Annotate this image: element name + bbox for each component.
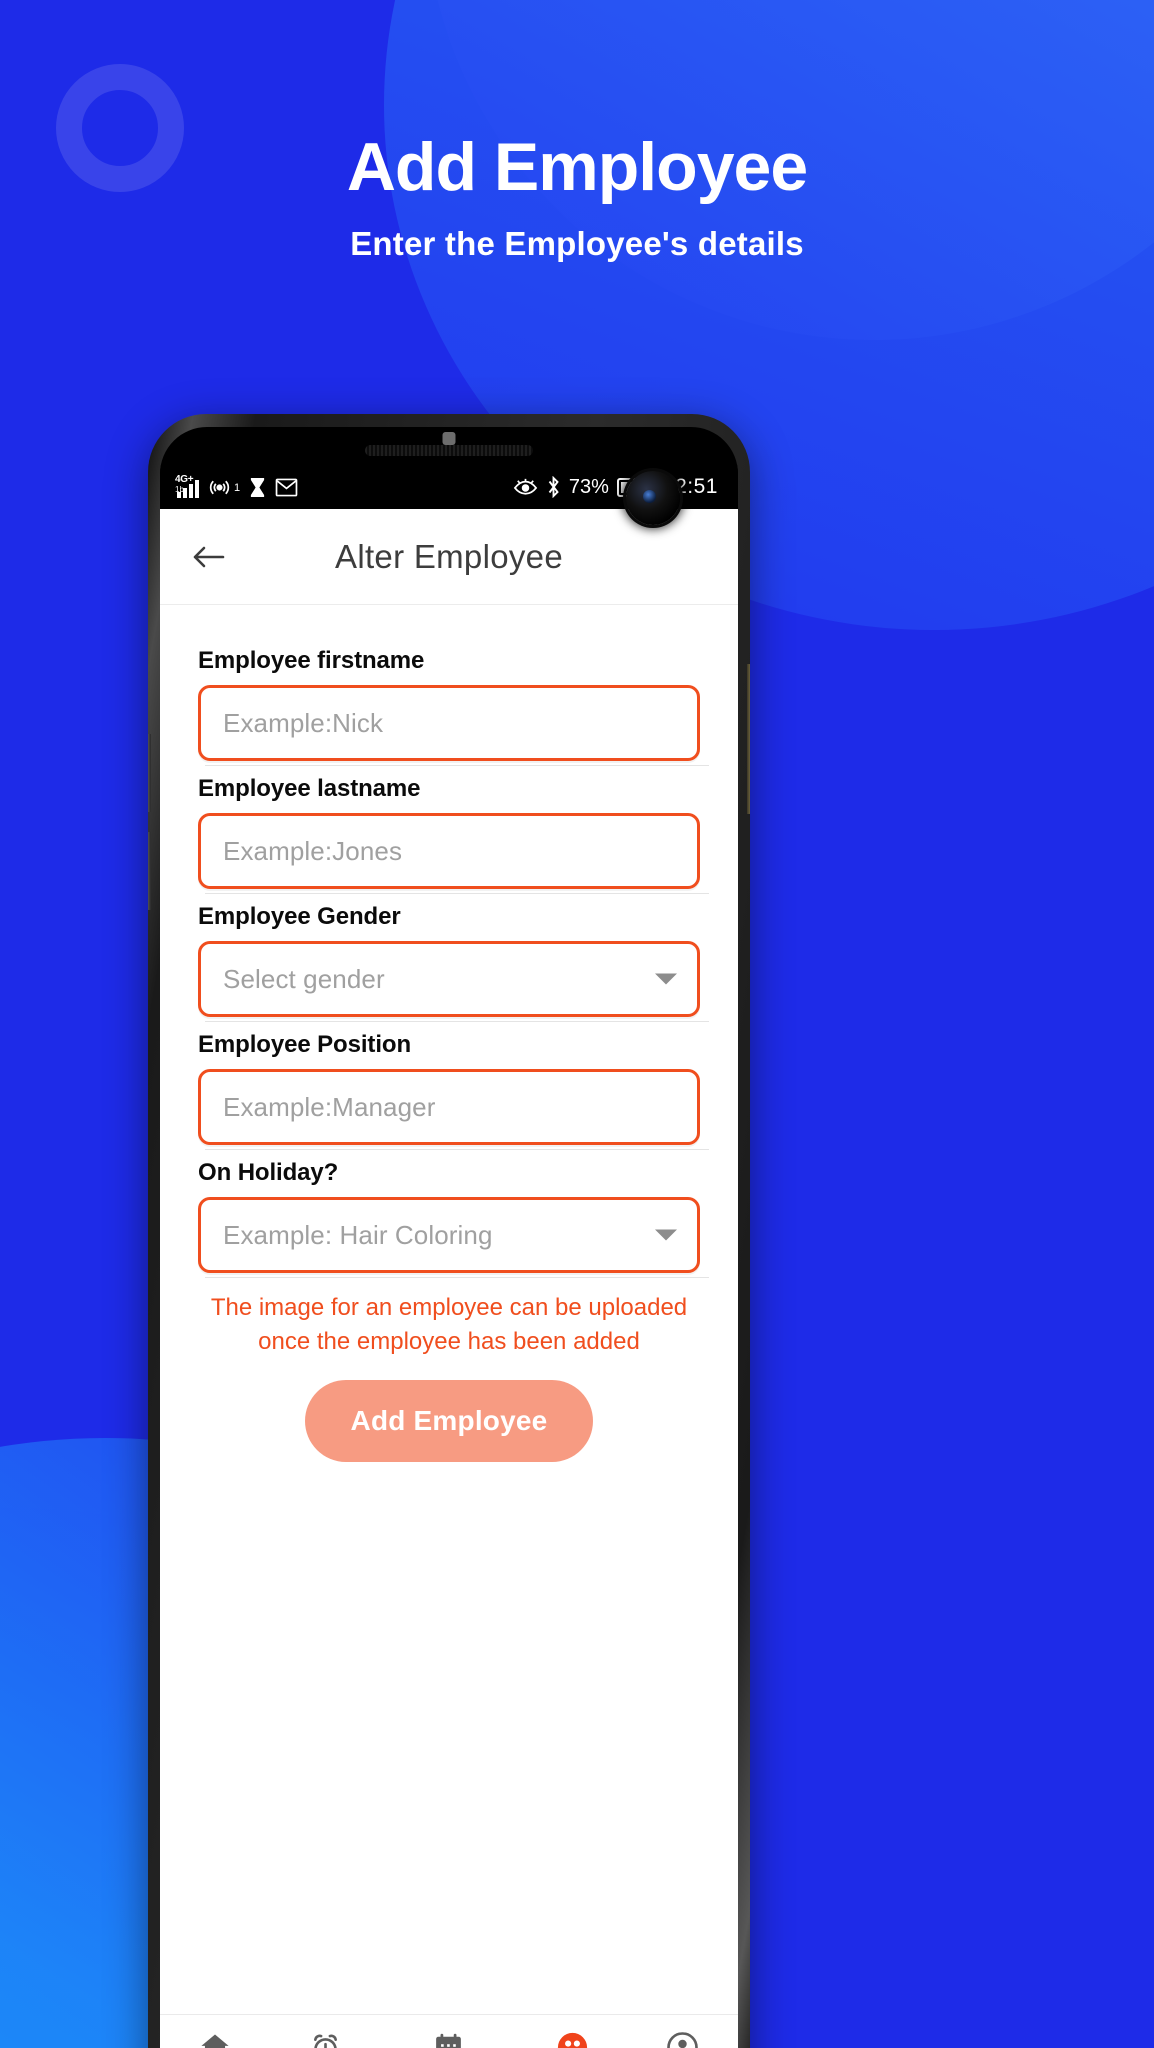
field-underline bbox=[205, 1021, 709, 1022]
employee-form: Employee firstname Example:Nick Employee… bbox=[160, 605, 738, 2014]
employee-lastname-input[interactable]: Example:Jones bbox=[198, 813, 709, 894]
nav-item-timings[interactable]: Timings bbox=[271, 2028, 382, 2048]
field-label: Employee Gender bbox=[198, 903, 401, 930]
app-content: Alter Employee Employee firstname Exampl… bbox=[160, 509, 738, 2048]
promo-subtitle: Enter the Employee's details bbox=[350, 225, 804, 263]
promo-text-block: Add Employee Enter the Employee's detail… bbox=[0, 129, 1154, 263]
field-label: Employee lastname bbox=[198, 775, 421, 802]
on-holiday-select[interactable]: Example: Hair Coloring bbox=[198, 1197, 709, 1278]
bluetooth-icon bbox=[546, 476, 561, 498]
employee-gender-select[interactable]: Select gender bbox=[198, 941, 709, 1022]
people-icon bbox=[555, 2028, 590, 2048]
back-button[interactable] bbox=[186, 534, 232, 580]
field-on-holiday: On Holiday? Example: Hair Coloring bbox=[198, 1159, 709, 1278]
proximity-sensor-icon bbox=[442, 432, 456, 445]
mail-icon bbox=[275, 478, 298, 497]
eye-icon bbox=[513, 477, 538, 497]
nav-item-profile[interactable]: Profile bbox=[627, 2028, 738, 2048]
field-label: Employee firstname bbox=[198, 647, 425, 674]
battery-percent: 73% bbox=[568, 475, 609, 498]
field-underline bbox=[205, 893, 709, 894]
phone-shell: 4G+ 1b 1 73% 12:51 Alter Employee Employ… bbox=[148, 414, 750, 2048]
volume-up-button[interactable] bbox=[148, 734, 151, 812]
nav-item-appointments[interactable]: Appointments bbox=[381, 2028, 517, 2048]
earpiece-speaker bbox=[365, 445, 533, 456]
status-bar-right: 73% 12:51 bbox=[513, 475, 722, 499]
field-employee-gender: Employee Gender Select gender bbox=[198, 903, 709, 1022]
home-icon bbox=[198, 2028, 232, 2048]
front-camera-icon bbox=[626, 471, 680, 525]
submit-button-wrapper: Add Employee bbox=[198, 1380, 700, 1463]
account-circle-icon bbox=[665, 2028, 700, 2048]
chevron-down-icon[interactable] bbox=[655, 1229, 677, 1241]
placeholder-text: Select gender bbox=[223, 963, 385, 994]
field-underline bbox=[205, 765, 709, 766]
status-bar-left: 4G+ 1b 1 bbox=[175, 474, 298, 499]
bottom-navigation: Home Timings bbox=[160, 2014, 738, 2048]
hotspot-icon bbox=[208, 476, 231, 499]
alarm-clock-icon bbox=[309, 2028, 342, 2048]
employee-firstname-input[interactable]: Example:Nick bbox=[198, 685, 709, 766]
field-label: On Holiday? bbox=[198, 1159, 339, 1186]
hotspot-badge: 1 bbox=[234, 481, 241, 494]
volume-down-button[interactable] bbox=[148, 832, 151, 910]
field-employee-firstname: Employee firstname Example:Nick bbox=[198, 647, 709, 766]
calendar-icon bbox=[432, 2028, 465, 2048]
image-upload-note: The image for an employee can be uploade… bbox=[210, 1294, 688, 1355]
field-employee-position: Employee Position Example:Manager bbox=[198, 1031, 709, 1150]
field-label: Employee Position bbox=[198, 1031, 412, 1058]
power-button[interactable] bbox=[747, 664, 750, 814]
nav-item-home[interactable]: Home bbox=[160, 2028, 271, 2048]
phone-mockup: 4G+ 1b 1 73% 12:51 Alter Employee Employ… bbox=[148, 414, 750, 2048]
placeholder-text: Example:Nick bbox=[223, 707, 384, 738]
add-employee-button[interactable]: Add Employee bbox=[304, 1380, 594, 1463]
employee-position-input[interactable]: Example:Manager bbox=[198, 1069, 709, 1150]
hourglass-icon bbox=[249, 477, 266, 498]
promo-title: Add Employee bbox=[346, 129, 808, 205]
field-underline bbox=[205, 1149, 709, 1150]
placeholder-text: Example: Hair Coloring bbox=[223, 1219, 493, 1250]
phone-screen: 4G+ 1b 1 73% 12:51 Alter Employee Employ… bbox=[160, 427, 738, 2048]
chevron-down-icon[interactable] bbox=[655, 973, 677, 985]
placeholder-text: Example:Jones bbox=[223, 835, 403, 866]
page-title: Alter Employee bbox=[335, 537, 563, 575]
nav-item-staff[interactable]: Staff bbox=[517, 2028, 628, 2048]
arrow-left-icon bbox=[193, 546, 225, 567]
signal-icon: 4G+ 1b bbox=[175, 474, 199, 498]
field-employee-lastname: Employee lastname Example:Jones bbox=[198, 775, 709, 894]
placeholder-text: Example:Manager bbox=[223, 1091, 436, 1122]
field-underline bbox=[205, 1277, 709, 1278]
